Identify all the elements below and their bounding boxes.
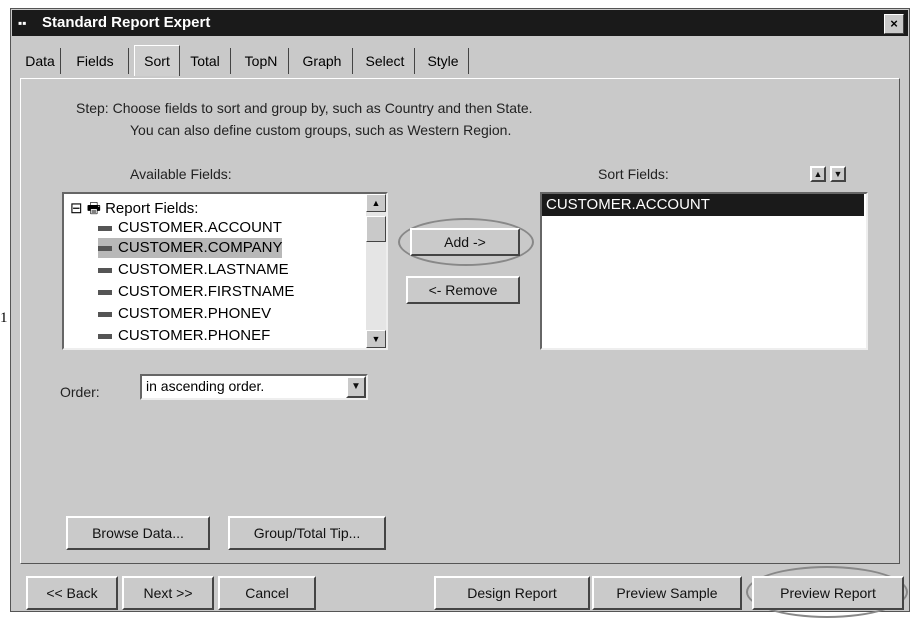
- field-icon: [98, 311, 112, 317]
- list-item[interactable]: CUSTOMER.PHONEF: [98, 326, 270, 346]
- tab-sort[interactable]: Sort: [134, 45, 180, 76]
- tab-topn[interactable]: TopN: [234, 48, 289, 74]
- order-label: Order:: [60, 384, 100, 400]
- sort-fields-label: Sort Fields:: [598, 166, 669, 182]
- scroll-thumb[interactable]: [366, 216, 386, 242]
- add-button[interactable]: Add ->: [410, 228, 520, 256]
- order-dropdown[interactable]: in ascending order. ▼: [140, 374, 368, 400]
- sort-fields-list[interactable]: CUSTOMER.ACCOUNT: [540, 192, 868, 350]
- sort-field-item-selected[interactable]: CUSTOMER.ACCOUNT: [542, 194, 864, 216]
- move-up-icon[interactable]: ▲: [810, 166, 826, 182]
- list-item-selected[interactable]: CUSTOMER.COMPANY: [98, 238, 283, 258]
- chevron-down-icon[interactable]: ▼: [346, 376, 366, 398]
- list-item[interactable]: CUSTOMER.ACCOUNT: [98, 218, 282, 238]
- tab-total[interactable]: Total: [180, 48, 231, 74]
- window-title: Standard Report Expert: [42, 14, 211, 31]
- vertical-scrollbar[interactable]: ▲ ▼: [366, 194, 386, 348]
- tab-style[interactable]: Style: [418, 48, 469, 74]
- move-down-icon[interactable]: ▼: [830, 166, 846, 182]
- tab-data[interactable]: Data: [20, 48, 61, 74]
- tab-graph[interactable]: Graph: [292, 48, 353, 74]
- report-fields-icon: 🖶: [86, 200, 101, 217]
- preview-sample-button[interactable]: Preview Sample: [592, 576, 742, 610]
- tab-fields[interactable]: Fields: [62, 48, 129, 74]
- list-item[interactable]: CUSTOMER.LASTNAME: [98, 260, 289, 280]
- available-fields-label: Available Fields:: [130, 166, 232, 182]
- list-item-label: CUSTOMER.COMPANY: [118, 239, 283, 256]
- next-button[interactable]: Next >>: [122, 576, 214, 610]
- stray-mark: 1: [0, 310, 8, 326]
- list-item[interactable]: CUSTOMER.PHONEV: [98, 304, 271, 324]
- tab-select[interactable]: Select: [356, 48, 415, 74]
- step-instruction-line2: You can also define custom groups, such …: [130, 122, 512, 138]
- list-item-label: CUSTOMER.PHONEV: [118, 305, 272, 322]
- list-item-label: CUSTOMER.FIRSTNAME: [118, 283, 295, 300]
- group-total-tip-button[interactable]: Group/Total Tip...: [228, 516, 386, 550]
- tree-root-label: Report Fields:: [105, 200, 199, 217]
- list-item[interactable]: CUSTOMER.FIRSTNAME: [98, 282, 294, 302]
- available-fields-tree[interactable]: ⊟ 🖶 Report Fields: CUSTOMER.ACCOUNT CUST…: [62, 192, 388, 350]
- field-icon: [98, 289, 112, 295]
- list-item-label: CUSTOMER.PHONEF: [118, 327, 271, 344]
- cancel-button[interactable]: Cancel: [218, 576, 316, 610]
- order-dropdown-value: in ascending order.: [146, 378, 265, 394]
- field-icon: [98, 225, 112, 231]
- list-item-label: CUSTOMER.LASTNAME: [118, 261, 289, 278]
- scroll-down-icon[interactable]: ▼: [366, 330, 386, 348]
- back-button[interactable]: << Back: [26, 576, 118, 610]
- step-instruction-line1: Step: Choose fields to sort and group by…: [76, 100, 533, 116]
- field-icon: [98, 333, 112, 339]
- scroll-up-icon[interactable]: ▲: [366, 194, 386, 212]
- browse-data-button[interactable]: Browse Data...: [66, 516, 210, 550]
- remove-button[interactable]: <- Remove: [406, 276, 520, 304]
- system-menu-icon[interactable]: ▪▪: [18, 16, 36, 30]
- close-button[interactable]: ×: [884, 14, 904, 34]
- field-icon: [98, 245, 112, 251]
- list-item-label: CUSTOMER.ACCOUNT: [118, 219, 282, 236]
- collapse-icon[interactable]: ⊟: [70, 200, 83, 217]
- field-icon: [98, 267, 112, 273]
- preview-report-button[interactable]: Preview Report: [752, 576, 904, 610]
- title-bar: ▪▪ Standard Report Expert ×: [12, 10, 908, 36]
- design-report-button[interactable]: Design Report: [434, 576, 590, 610]
